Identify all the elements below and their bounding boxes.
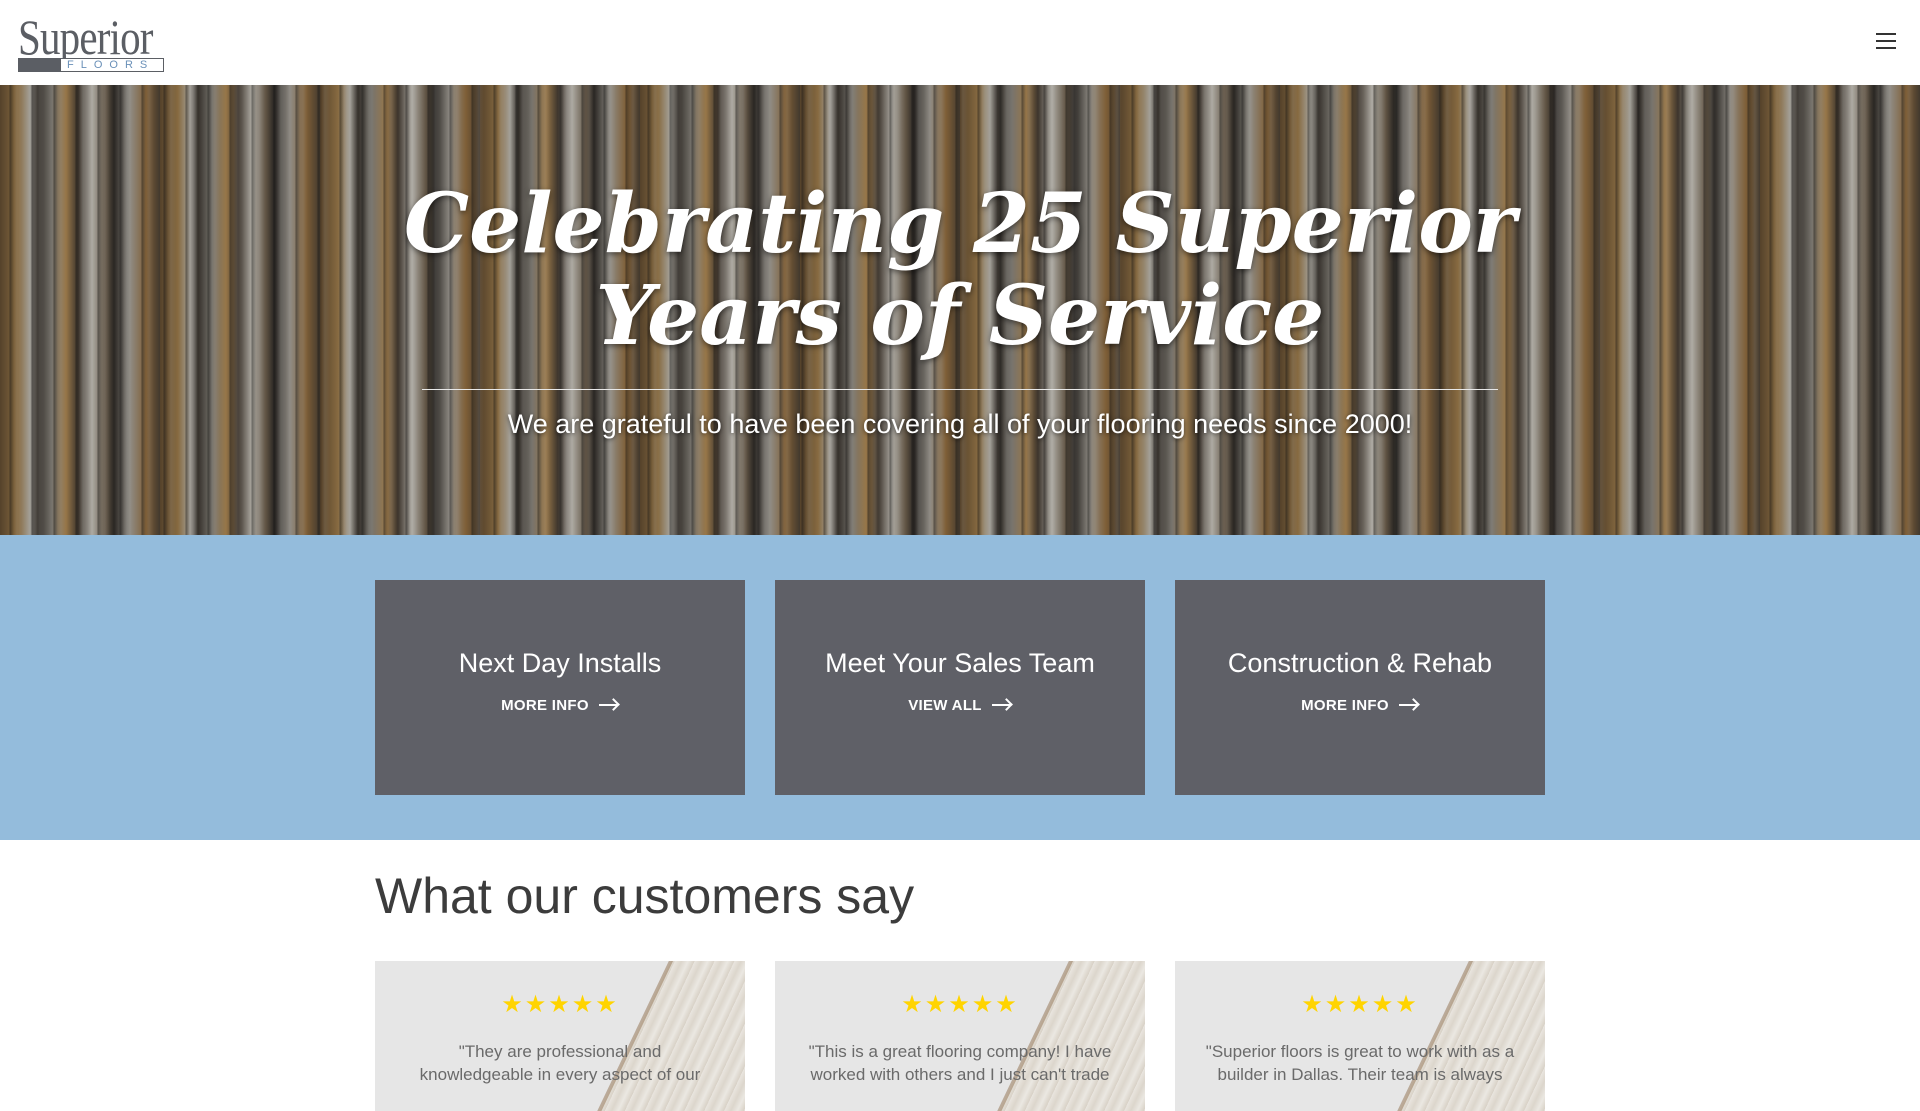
arrow-right-icon (598, 700, 619, 710)
testimonial-quote: "This is a great flooring company! I hav… (808, 1042, 1112, 1084)
hero-subtitle: We are grateful to have been covering al… (507, 409, 1413, 439)
testimonial-card: ★★★★★ "They are professional and knowled… (375, 961, 745, 1111)
card-construction-rehab[interactable]: Construction & Rehab MORE INFO (1175, 580, 1545, 795)
more-info-link[interactable]: MORE INFO (1175, 697, 1545, 715)
site-header: Superior FLOORS (0, 0, 1920, 85)
hero-title-line-2: Years of Service (595, 268, 1325, 364)
hamburger-icon (1876, 33, 1896, 35)
testimonial-quote: "They are professional and knowledgeable… (419, 1042, 701, 1084)
star-rating: ★★★★★ (501, 991, 619, 1018)
arrow-right-icon (991, 700, 1012, 710)
feature-band: Next Day Installs MORE INFO Meet Your Sa… (0, 535, 1920, 840)
hamburger-menu-button[interactable] (1876, 33, 1896, 49)
testimonial-card: ★★★★★ "Superior floors is great to work … (1175, 961, 1545, 1111)
logo-bar: FLOORS (18, 58, 164, 72)
card-title: Meet Your Sales Team (825, 648, 1095, 678)
logo[interactable]: Superior FLOORS (18, 12, 168, 74)
card-title: Construction & Rehab (1227, 648, 1493, 678)
card-next-day-installs[interactable]: Next Day Installs MORE INFO (375, 580, 745, 795)
card-title: Next Day Installs (458, 648, 662, 678)
wood-floor-image (1375, 961, 1545, 1111)
card-meet-sales-team[interactable]: Meet Your Sales Team VIEW ALL (775, 580, 1145, 795)
logo-wordmark: Superior (18, 9, 153, 65)
hero-title-line-1: Celebrating 25 Superior (403, 176, 1517, 272)
star-rating: ★★★★★ (1301, 991, 1419, 1018)
wood-floor-image (975, 961, 1145, 1111)
star-rating: ★★★★★ (901, 991, 1019, 1018)
hero-banner: Celebrating 25 Superior Years of Service… (0, 85, 1920, 535)
wood-floor-image (575, 961, 745, 1111)
arrow-right-icon (1398, 700, 1419, 710)
hero-title: Celebrating 25 Superior Years of Service (0, 178, 1920, 362)
logo-subtitle: FLOORS (60, 58, 164, 72)
hero-divider (422, 389, 1498, 390)
view-all-link[interactable]: VIEW ALL (775, 697, 1145, 715)
testimonial-quote: "Superior floors is great to work with a… (1205, 1042, 1515, 1084)
testimonial-card: ★★★★★ "This is a great flooring company!… (775, 961, 1145, 1111)
more-info-link[interactable]: MORE INFO (375, 697, 745, 715)
testimonials-heading: What our customers say (375, 868, 915, 924)
